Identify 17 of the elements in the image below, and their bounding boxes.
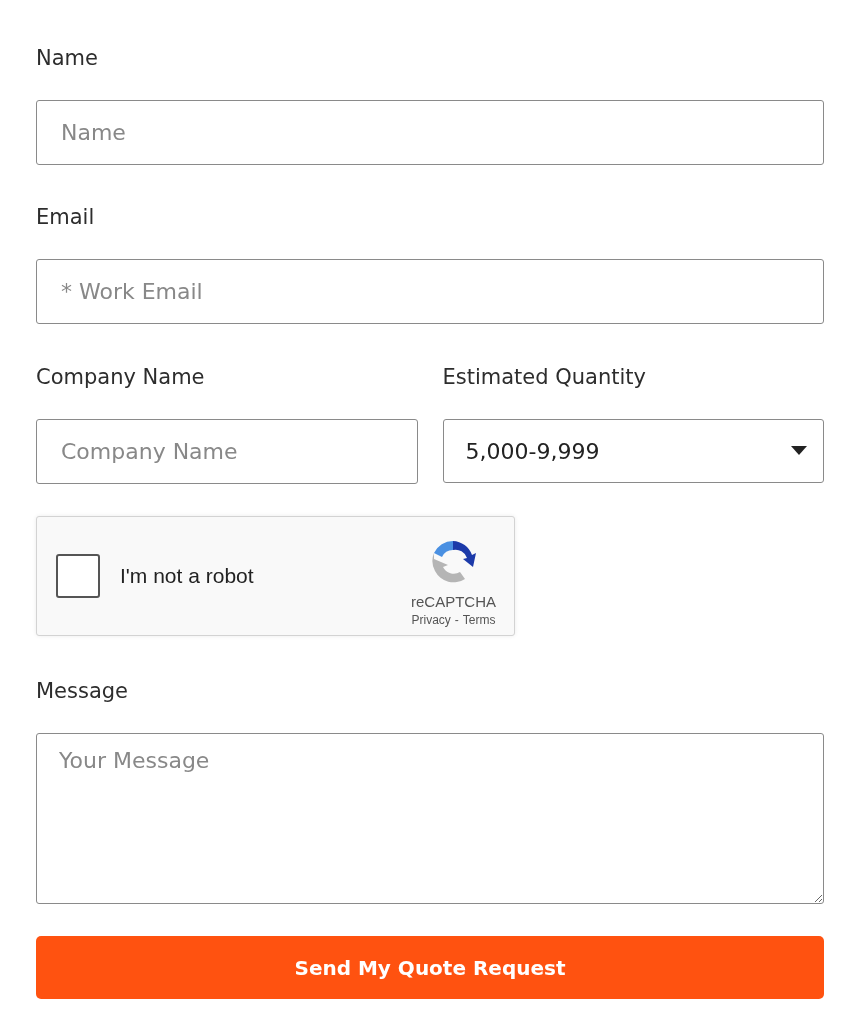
field-label: Name — [36, 45, 99, 72]
field-label: Email — [36, 204, 96, 231]
input-field[interactable]: Company Name — [36, 419, 418, 484]
privacy-link[interactable]: Privacy — [411, 613, 451, 627]
input-field[interactable]: * Work Email — [36, 259, 824, 324]
message-field[interactable]: Your Message — [36, 733, 824, 904]
caret-icon — [791, 446, 807, 456]
field-label: Message — [36, 678, 130, 705]
separator-text: - — [454, 613, 459, 627]
captcha-brand: reCAPTCHA — [411, 593, 496, 610]
field-label: Estimated Quantity — [442, 364, 647, 391]
quantity-select[interactable]: 5,000-9,999 — [442, 419, 824, 483]
terms-link[interactable]: Terms — [462, 613, 496, 627]
input-field[interactable]: Name — [36, 100, 824, 165]
captcha-checkbox[interactable] — [56, 554, 100, 598]
field-label: Company Name — [36, 364, 206, 391]
captcha-label: I'm not a robot — [120, 564, 255, 588]
